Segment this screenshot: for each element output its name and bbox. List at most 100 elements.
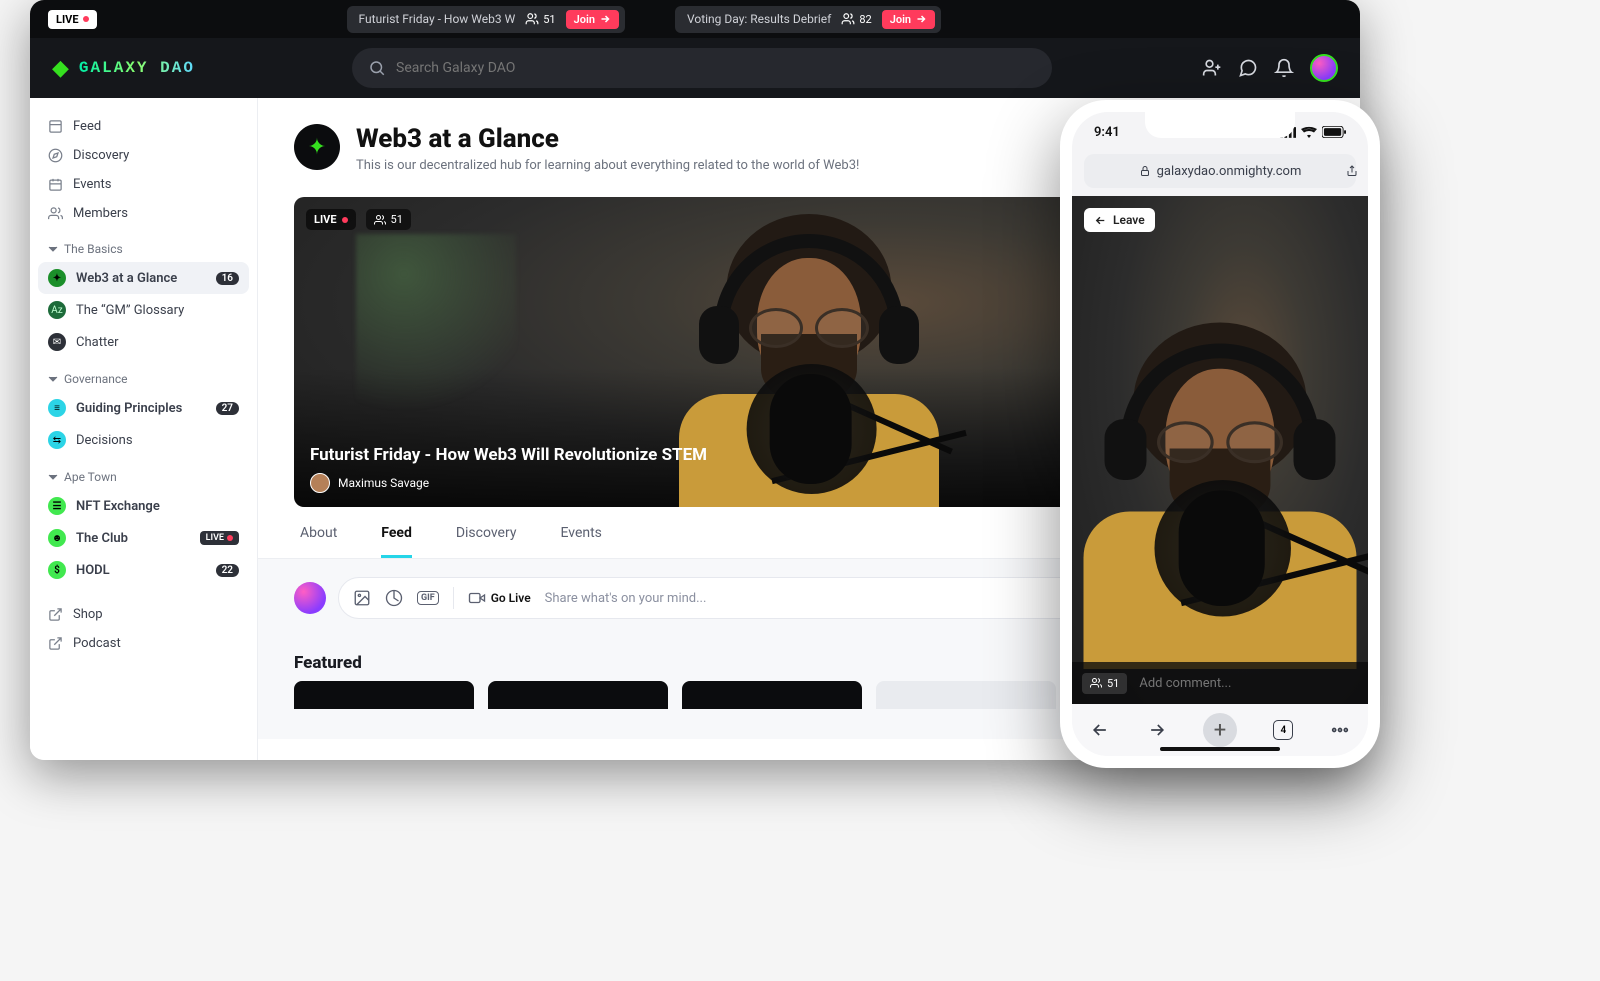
chevron-down-icon [48,244,58,254]
chevron-down-icon [48,374,58,384]
space-dot-icon: $ [48,561,66,579]
phone-url-bar[interactable]: galaxydao.onmighty.com [1084,154,1356,188]
nav-label: Events [73,177,111,192]
host-avatar [310,473,330,493]
event-viewers: 51 [525,12,555,26]
event-chip[interactable]: Voting Day: Results Debrief 82 Join [675,6,941,33]
sidebar: Feed Discovery Events Members The Basics… [30,98,258,760]
event-title: Voting Day: Results Debrief [687,12,831,26]
video-icon [468,589,486,607]
sidebar-item-label: The Club [76,531,128,546]
space-dot-icon: ⇆ [48,431,66,449]
new-tab-button[interactable]: + [1203,713,1237,747]
share-icon[interactable] [1346,165,1358,177]
search-input[interactable] [396,60,1036,76]
sidebar-section-basics[interactable]: The Basics [30,228,257,262]
sidebar-item-web3[interactable]: ✦ Web3 at a Glance 16 [38,262,249,294]
link-label: Shop [73,607,103,622]
sidebar-item-gm-glossary[interactable]: Az The “GM” Glossary [30,294,257,326]
space-avatar-glyph: ✦ [308,135,326,160]
sidebar-item-nft[interactable]: ☰ NFT Exchange [30,490,257,522]
brand[interactable]: ◆ GALAXY DAO [52,56,322,81]
sidebar-item-chatter[interactable]: ✉ Chatter [30,326,257,358]
sidebar-item-label: Decisions [76,433,133,448]
phone-url-text: galaxydao.onmighty.com [1157,164,1302,179]
add-member-icon[interactable] [1202,58,1222,78]
featured-card[interactable] [294,681,474,709]
user-avatar[interactable] [1310,54,1338,82]
image-icon[interactable] [353,589,371,607]
tab-about[interactable]: About [300,525,337,558]
go-live-button[interactable]: Go Live [468,589,531,607]
sidebar-item-club[interactable]: ☻ The Club LIVE [30,522,257,554]
leave-button[interactable]: Leave [1084,208,1155,232]
brand-name: GALAXY DAO [79,59,195,77]
space-dot-icon: ☻ [48,529,66,547]
poll-icon[interactable] [385,589,403,607]
sidebar-link-shop[interactable]: Shop [30,600,257,629]
sidebar-item-hodl[interactable]: $ HODL 22 [30,554,257,586]
nav-label: Members [73,206,128,221]
live-events-strip: LIVE Futurist Friday - How Web3 W 51 Joi… [30,0,1360,38]
battery-icon [1322,126,1346,138]
phone-comment-input[interactable] [1139,676,1358,691]
wifi-icon [1301,126,1317,138]
tabs-button[interactable]: 4 [1273,720,1293,740]
nav-events[interactable]: Events [30,170,257,199]
back-icon[interactable] [1090,720,1110,740]
live-indicator: LIVE [48,10,97,29]
join-button[interactable]: Join [566,10,619,29]
home-indicator[interactable] [1160,747,1280,751]
external-link-icon [48,636,63,651]
sidebar-section-apetown[interactable]: Ape Town [30,456,257,490]
nav-members[interactable]: Members [30,199,257,228]
nav-feed[interactable]: Feed [30,112,257,141]
brand-logo-icon: ◆ [52,56,69,81]
nav-label: Feed [73,119,101,134]
phone-mockup: 9:41 galaxydao.onmighty.com [1060,100,1380,768]
video-subject [1073,323,1367,638]
nav-label: Discovery [73,148,129,163]
featured-card[interactable] [876,681,1056,709]
messages-icon[interactable] [1238,58,1258,78]
feed-icon [48,119,63,134]
members-icon [374,214,386,226]
more-icon[interactable] [1330,720,1350,740]
link-label: Podcast [73,636,121,651]
nav-discovery[interactable]: Discovery [30,141,257,170]
tab-discovery[interactable]: Discovery [456,525,517,558]
phone-live-video[interactable]: Leave 51 [1072,196,1368,704]
sidebar-link-podcast[interactable]: Podcast [30,629,257,658]
phone-notch [1145,112,1295,138]
join-button[interactable]: Join [882,10,935,29]
calendar-icon [48,177,63,192]
count-badge: 22 [216,564,239,577]
space-dot-icon: ≡ [48,399,66,417]
space-dot-icon: Az [48,301,66,319]
space-dot-icon: ✉ [48,333,66,351]
sidebar-section-governance[interactable]: Governance [30,358,257,392]
count-badge: 27 [216,402,239,415]
tab-events[interactable]: Events [560,525,601,558]
featured-card[interactable] [488,681,668,709]
tab-feed[interactable]: Feed [381,525,412,558]
featured-card[interactable] [682,681,862,709]
phone-viewer-count: 51 [1082,673,1127,694]
notifications-icon[interactable] [1274,58,1294,78]
user-avatar[interactable] [294,582,326,614]
members-icon [1090,677,1102,689]
page-title: Web3 at a Glance [356,124,859,154]
live-badge: LIVE [200,531,239,545]
viewer-count: 51 [366,209,411,230]
search-bar[interactable] [352,48,1052,88]
phone-comment-bar: 51 [1072,662,1368,704]
sidebar-item-decisions[interactable]: ⇆ Decisions [30,424,257,456]
gif-icon[interactable]: GIF [417,591,439,605]
event-title: Futurist Friday - How Web3 W [359,12,516,26]
forward-icon[interactable] [1147,720,1167,740]
event-chip[interactable]: Futurist Friday - How Web3 W 51 Join [347,6,625,33]
space-dot-icon: ☰ [48,497,66,515]
lock-icon [1139,165,1151,177]
sidebar-item-guiding[interactable]: ≡ Guiding Principles 27 [30,392,257,424]
sidebar-item-label: The “GM” Glossary [76,303,184,318]
